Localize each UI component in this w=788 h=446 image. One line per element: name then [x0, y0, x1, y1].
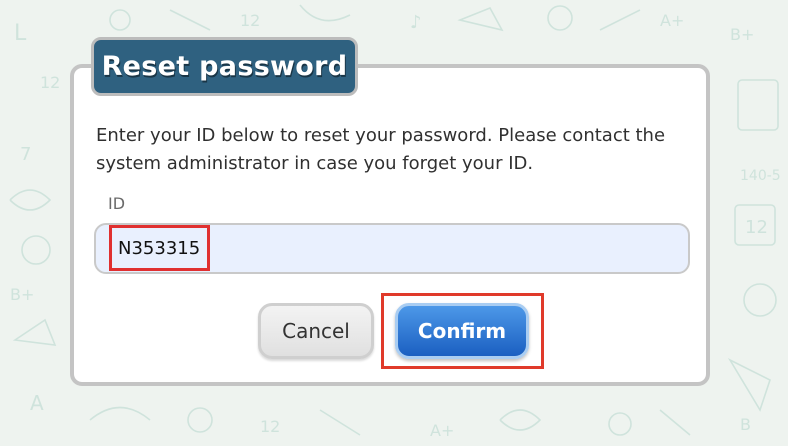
svg-text:L: L [14, 21, 27, 46]
svg-text:A+: A+ [660, 11, 684, 30]
svg-text:B: B [740, 415, 751, 434]
instruction-text: Enter your ID below to reset your passwo… [96, 125, 666, 174]
confirm-button[interactable]: Confirm [395, 303, 529, 359]
svg-text:A: A [30, 391, 44, 415]
svg-text:B+: B+ [10, 285, 34, 304]
svg-text:B+: B+ [730, 25, 754, 44]
svg-text:♪: ♪ [410, 12, 422, 33]
svg-text:12: 12 [745, 217, 768, 238]
svg-text:140-5: 140-5 [740, 168, 781, 184]
svg-text:12: 12 [240, 11, 260, 30]
dialog-title: Reset password [101, 51, 348, 82]
svg-text:12: 12 [40, 73, 60, 92]
svg-text:12: 12 [260, 417, 280, 436]
cancel-button[interactable]: Cancel [258, 303, 374, 359]
id-field-label: ID [108, 194, 126, 213]
dialog-title-tab: Reset password [91, 37, 358, 96]
id-input[interactable] [94, 223, 690, 274]
svg-text:A+: A+ [430, 421, 454, 440]
svg-text:7: 7 [20, 144, 31, 165]
